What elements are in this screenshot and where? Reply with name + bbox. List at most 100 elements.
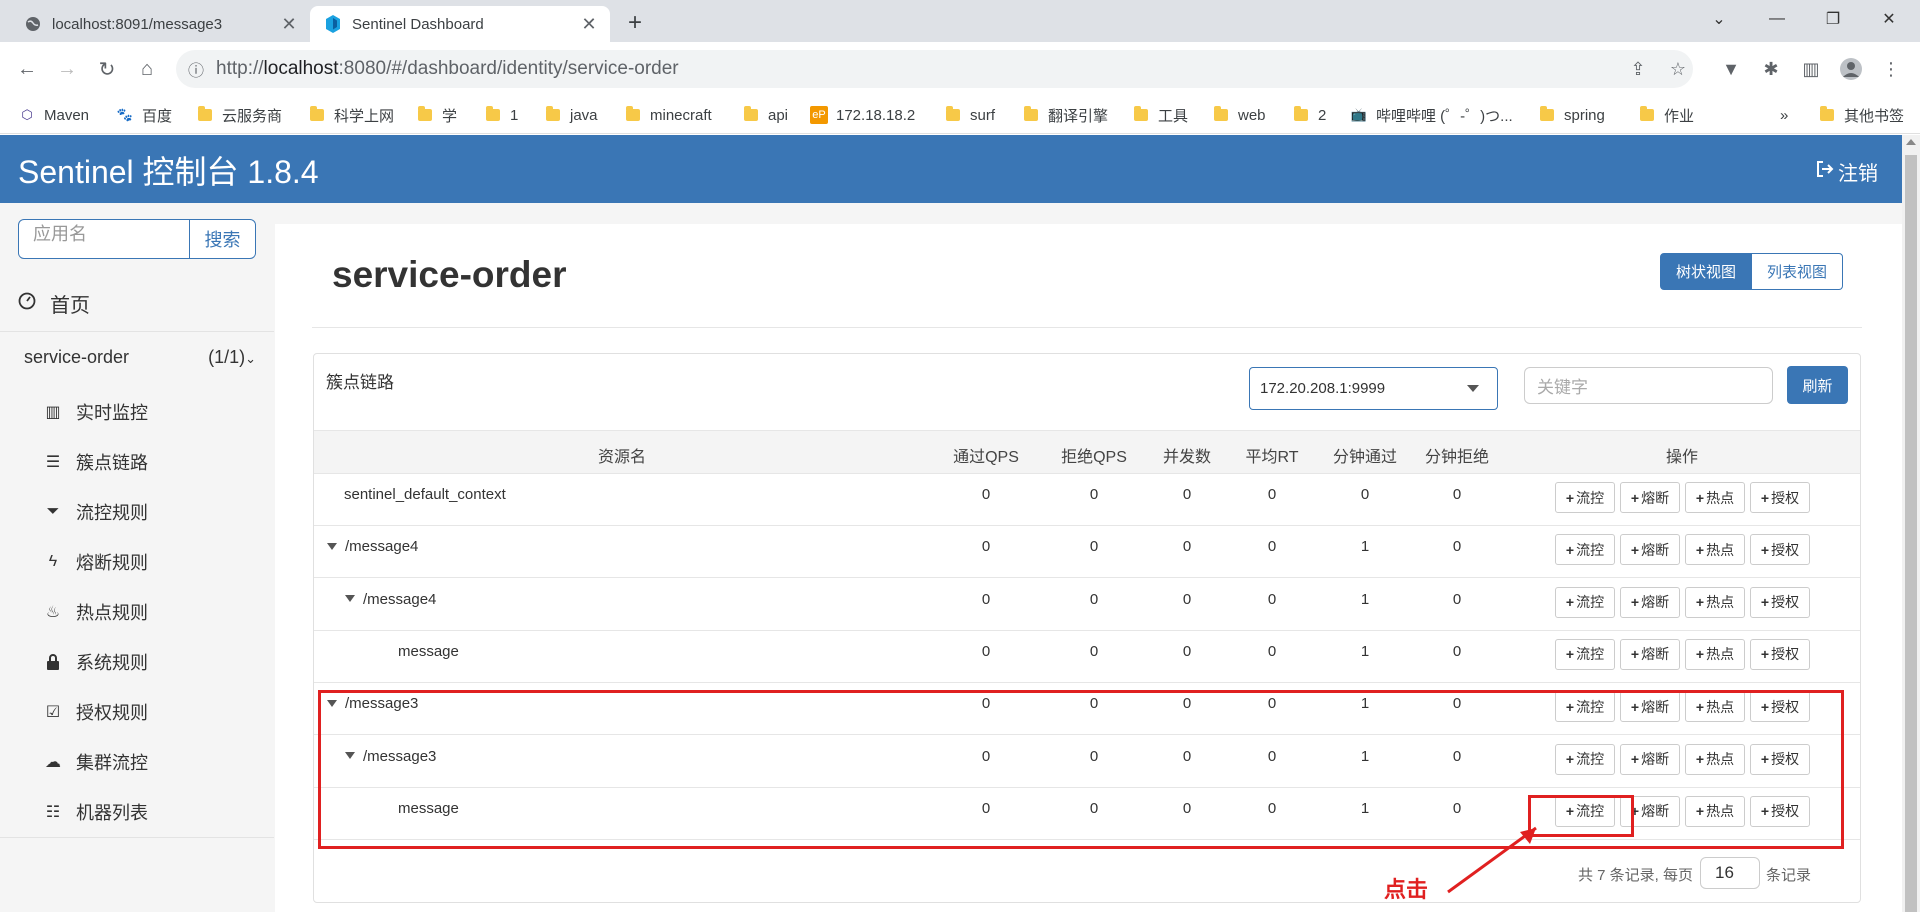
bookmark-folder[interactable]: java xyxy=(546,102,598,128)
bookmark-folder[interactable]: 翻译引擎 xyxy=(1024,102,1108,128)
bookmarks-overflow-button[interactable]: » xyxy=(1780,102,1788,128)
close-window-button[interactable]: ✕ xyxy=(1862,0,1916,38)
close-icon[interactable]: ✕ xyxy=(278,13,300,35)
bookmark-bilibili[interactable]: 📺 哔哩哔哩 (゜-゜)つ... xyxy=(1350,102,1513,128)
add-hotspot-button[interactable]: + 热点 xyxy=(1685,795,1745,827)
sidebar-item-flow-rules[interactable]: ⏷ 流控规则 xyxy=(44,499,148,525)
add-hotspot-button[interactable]: + 热点 xyxy=(1685,691,1745,723)
resource-name[interactable]: /message3 xyxy=(345,748,436,765)
add-auth-button[interactable]: + 授权 xyxy=(1750,638,1810,670)
add-hotspot-button[interactable]: + 热点 xyxy=(1685,586,1745,618)
bookmark-maven[interactable]: ⬡ Maven xyxy=(18,102,89,128)
new-tab-button[interactable]: + xyxy=(620,8,650,38)
bookmark-folder[interactable]: spring xyxy=(1540,102,1605,128)
expand-triangle-icon[interactable] xyxy=(345,752,355,760)
page-size-input[interactable]: 16 xyxy=(1700,857,1760,889)
machine-select[interactable]: 172.20.208.1:9999 xyxy=(1249,367,1498,410)
add-degrade-button[interactable]: + 熔断 xyxy=(1620,534,1680,566)
add-degrade-button[interactable]: + 熔断 xyxy=(1620,482,1680,513)
home-icon[interactable]: ⌂ xyxy=(132,54,162,84)
resource-name[interactable]: /message4 xyxy=(345,591,436,608)
bookmark-ep[interactable]: eP 172.18.18.2 xyxy=(810,102,915,128)
expand-triangle-icon[interactable] xyxy=(327,542,337,550)
sidebar-item-machines[interactable]: ☷ 机器列表 xyxy=(44,799,148,825)
add-degrade-button[interactable]: + 熔断 xyxy=(1620,691,1680,723)
tab-message3[interactable]: localhost:8091/message3 ✕ xyxy=(10,6,310,42)
add-flow-button[interactable]: + 流控 xyxy=(1555,691,1615,723)
forward-icon[interactable]: → xyxy=(52,54,82,84)
close-icon[interactable]: ✕ xyxy=(578,13,600,35)
add-degrade-button[interactable]: + 熔断 xyxy=(1620,638,1680,670)
sidebar-item-system-rules[interactable]: 系统规则 xyxy=(44,649,148,675)
page-scrollbar[interactable] xyxy=(1902,135,1920,912)
add-degrade-button[interactable]: + 熔断 xyxy=(1620,795,1680,827)
tab-sentinel-dashboard[interactable]: Sentinel Dashboard ✕ xyxy=(310,6,610,42)
resource-name[interactable]: /message3 xyxy=(327,695,418,712)
back-icon[interactable]: ← xyxy=(12,54,42,84)
bookmark-folder[interactable]: 云服务商 xyxy=(198,102,282,128)
other-bookmarks-folder[interactable]: 其他书签 xyxy=(1820,102,1904,128)
add-flow-button[interactable]: + 流控 xyxy=(1555,482,1615,513)
profile-avatar-icon[interactable] xyxy=(1836,54,1866,84)
add-degrade-button[interactable]: + 熔断 xyxy=(1620,743,1680,775)
scroll-up-arrow-icon[interactable] xyxy=(1906,139,1916,145)
bookmark-folder[interactable]: 科学上网 xyxy=(310,102,394,128)
add-hotspot-button[interactable]: + 热点 xyxy=(1685,638,1745,670)
add-flow-button[interactable]: + 流控 xyxy=(1555,586,1615,618)
add-auth-button[interactable]: + 授权 xyxy=(1750,691,1810,723)
bookmark-baidu[interactable]: 🐾 百度 xyxy=(116,102,172,128)
resource-name[interactable]: /message4 xyxy=(327,538,418,555)
sidebar-app-service-order[interactable]: service-order (1/1)⌄ xyxy=(0,331,274,383)
refresh-button[interactable]: 刷新 xyxy=(1787,366,1848,404)
share-icon[interactable]: ⇪ xyxy=(1622,50,1654,88)
bookmark-folder[interactable]: 作业 xyxy=(1640,102,1694,128)
reload-icon[interactable]: ↻ xyxy=(92,54,122,84)
url-bar[interactable]: ⓘ http://localhost:8080/#/dashboard/iden… xyxy=(176,50,1693,88)
add-hotspot-button[interactable]: + 热点 xyxy=(1685,743,1745,775)
bookmark-folder[interactable]: 学 xyxy=(418,102,457,128)
bookmark-folder[interactable]: surf xyxy=(946,102,995,128)
extension-v-icon[interactable]: ▼ xyxy=(1716,54,1746,84)
add-hotspot-button[interactable]: + 热点 xyxy=(1685,482,1745,513)
bookmark-star-icon[interactable]: ☆ xyxy=(1662,50,1694,88)
add-auth-button[interactable]: + 授权 xyxy=(1750,482,1810,513)
keyword-input[interactable]: 关键字 xyxy=(1524,367,1773,404)
tab-search-icon[interactable]: ⌄ xyxy=(1692,0,1746,38)
bookmark-folder[interactable]: web xyxy=(1214,102,1266,128)
add-flow-button[interactable]: + 流控 xyxy=(1555,534,1615,566)
tree-view-button[interactable]: 树状视图 xyxy=(1660,253,1753,290)
add-flow-button[interactable]: + 流控 xyxy=(1555,795,1615,827)
app-search-input[interactable]: 应用名 xyxy=(18,219,190,259)
expand-triangle-icon[interactable] xyxy=(345,595,355,603)
bookmark-folder[interactable]: 工具 xyxy=(1134,102,1188,128)
bookmark-folder[interactable]: 1 xyxy=(486,102,518,128)
sidebar-item-degrade-rules[interactable]: ϟ 熔断规则 xyxy=(44,549,148,575)
add-auth-button[interactable]: + 授权 xyxy=(1750,534,1810,566)
bookmark-folder[interactable]: minecraft xyxy=(626,102,712,128)
add-flow-button[interactable]: + 流控 xyxy=(1555,743,1615,775)
add-degrade-button[interactable]: + 熔断 xyxy=(1620,586,1680,618)
sidebar-item-cluster-link[interactable]: ☰ 簇点链路 xyxy=(44,449,148,475)
add-hotspot-button[interactable]: + 热点 xyxy=(1685,534,1745,566)
side-panel-icon[interactable]: ▥ xyxy=(1796,54,1826,84)
list-view-button[interactable]: 列表视图 xyxy=(1752,253,1844,290)
sidebar-item-hotspot-rules[interactable]: ♨ 热点规则 xyxy=(44,599,148,625)
minimize-button[interactable]: — xyxy=(1750,0,1804,38)
scrollbar-thumb[interactable] xyxy=(1905,155,1917,912)
add-flow-button[interactable]: + 流控 xyxy=(1555,638,1615,670)
sidebar-item-realtime[interactable]: ▥ 实时监控 xyxy=(44,399,148,425)
add-auth-button[interactable]: + 授权 xyxy=(1750,586,1810,618)
search-button[interactable]: 搜索 xyxy=(190,219,256,259)
bookmark-folder[interactable]: api xyxy=(744,102,788,128)
bookmark-folder[interactable]: 2 xyxy=(1294,102,1326,128)
expand-triangle-icon[interactable] xyxy=(327,699,337,707)
maximize-button[interactable]: ❐ xyxy=(1806,0,1860,38)
logout-link[interactable]: 注销 xyxy=(1816,157,1878,186)
extensions-puzzle-icon[interactable]: ✱ xyxy=(1756,54,1786,84)
sidebar-item-auth-rules[interactable]: ☑ 授权规则 xyxy=(44,699,148,725)
site-info-icon[interactable]: ⓘ xyxy=(176,57,216,81)
sidebar-item-home[interactable]: 首页 xyxy=(18,289,90,318)
sidebar-item-cluster-flow[interactable]: ☁ 集群流控 xyxy=(44,749,148,775)
add-auth-button[interactable]: + 授权 xyxy=(1750,795,1810,827)
add-auth-button[interactable]: + 授权 xyxy=(1750,743,1810,775)
